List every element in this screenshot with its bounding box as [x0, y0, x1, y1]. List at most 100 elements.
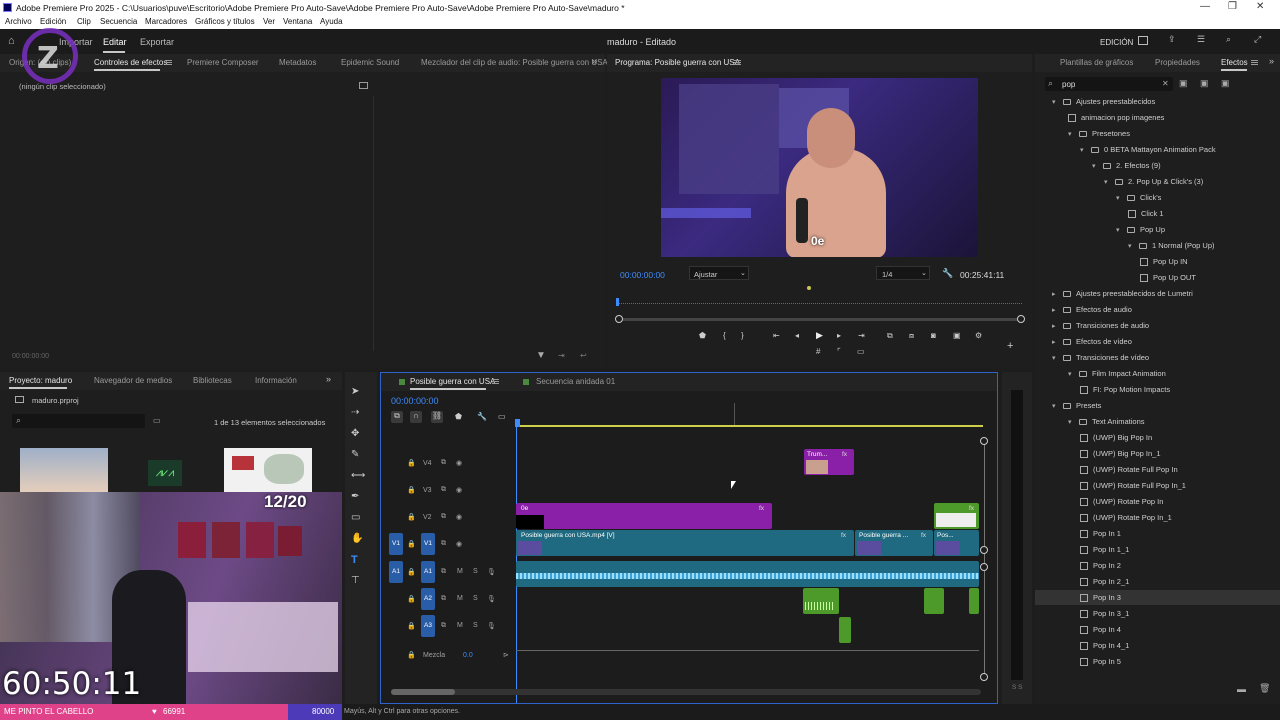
- tab-efectos[interactable]: Efectos: [1221, 58, 1248, 67]
- mark-in-icon[interactable]: {: [723, 331, 726, 340]
- linked-selection-icon[interactable]: ⛓: [431, 411, 443, 423]
- effects-folder[interactable]: ▾ Presets: [1035, 398, 1280, 413]
- track-v1-label[interactable]: V1: [421, 533, 435, 555]
- effects-preset[interactable]: Pop Up OUT: [1035, 270, 1280, 285]
- lock-icon[interactable]: 🔒: [407, 622, 416, 630]
- tab-plantillas-graficos[interactable]: Plantillas de gráficos: [1060, 58, 1133, 67]
- add-marker-icon[interactable]: ⬟: [699, 331, 706, 340]
- workspace-label[interactable]: EDICIÓN: [1100, 38, 1133, 47]
- mic-icon[interactable]: 🎙: [487, 622, 496, 630]
- tab-premiere-composer[interactable]: Premiere Composer: [187, 58, 259, 67]
- search-input[interactable]: pop: [1062, 80, 1075, 89]
- return-icon[interactable]: ↩: [580, 351, 587, 360]
- go-to-out-icon[interactable]: ⇥: [858, 331, 865, 340]
- settings-icon[interactable]: ⚙: [975, 331, 982, 340]
- effects-folder[interactable]: ▾ Film Impact Animation: [1035, 366, 1280, 381]
- chevron-right-icon[interactable]: ▸: [1052, 290, 1058, 298]
- thumbnail-map[interactable]: [224, 448, 312, 494]
- minimize-icon[interactable]: —: [1200, 1, 1210, 12]
- menu-ventana[interactable]: Ventana: [283, 17, 312, 26]
- tab-epidemic-sound[interactable]: Epidemic Sound: [341, 58, 399, 67]
- nest-icon[interactable]: ⧉: [391, 411, 403, 423]
- effects-preset[interactable]: (UWP) Big Pop In: [1035, 430, 1280, 445]
- chevron-down-icon[interactable]: ▾: [1068, 370, 1074, 378]
- fit-dropdown[interactable]: Ajustar ⌄: [689, 266, 749, 280]
- mix-value[interactable]: 0.0: [463, 652, 473, 659]
- slip-tool-icon[interactable]: ⟷: [351, 470, 365, 481]
- menu-secuencia[interactable]: Secuencia: [100, 17, 137, 26]
- effects-preset[interactable]: Pop In 1_1: [1035, 542, 1280, 557]
- effects-preset[interactable]: animacion pop imagenes: [1035, 110, 1280, 125]
- tab-sequence-main[interactable]: Posible guerra con USA: [410, 377, 495, 386]
- menu-archivo[interactable]: Archivo: [5, 17, 32, 26]
- mic-icon[interactable]: 🎙: [487, 595, 496, 603]
- lock-icon[interactable]: 🔒: [407, 568, 416, 576]
- lock-icon[interactable]: 🔒: [407, 486, 416, 494]
- effects-preset[interactable]: (UWP) Rotate Pop In_1: [1035, 510, 1280, 525]
- timeline-timecode[interactable]: 00:00:00:00: [391, 396, 439, 406]
- mark-out-icon[interactable]: }: [741, 331, 744, 340]
- effects-preset[interactable]: Pop Up IN: [1035, 254, 1280, 269]
- yuv-effects-icon[interactable]: ▣: [1221, 78, 1230, 89]
- effects-folder[interactable]: ▾ Pop Up: [1035, 222, 1280, 237]
- solo-icon[interactable]: S: [473, 595, 478, 602]
- compare-icon[interactable]: ▣: [953, 331, 961, 340]
- step-back-icon[interactable]: ◂: [795, 331, 799, 340]
- chevron-down-icon[interactable]: ▾: [1092, 162, 1098, 170]
- effects-folder[interactable]: ▾ Ajustes preestablecidos: [1035, 94, 1280, 109]
- play-icon[interactable]: ▶: [816, 330, 823, 341]
- effects-folder[interactable]: ▾ Transiciones de vídeo: [1035, 350, 1280, 365]
- zoom-handle-right[interactable]: [1017, 315, 1025, 323]
- effects-preset[interactable]: Pop In 4_1: [1035, 638, 1280, 653]
- tab-metadatos[interactable]: Metadatos: [279, 58, 316, 67]
- effects-folder[interactable]: ▸ Transiciones de audio: [1035, 318, 1280, 333]
- track-a2-label[interactable]: A2: [421, 588, 435, 610]
- program-timecode[interactable]: 00:00:00:00: [620, 270, 665, 280]
- more-tabs-icon[interactable]: »: [326, 374, 331, 384]
- effects-folder[interactable]: ▾ Text Animations: [1035, 414, 1280, 429]
- project-search-field[interactable]: ⌕: [12, 414, 145, 428]
- export-frame-icon[interactable]: ◙: [931, 331, 936, 340]
- effects-preset[interactable]: Pop In 4: [1035, 622, 1280, 637]
- effects-folder[interactable]: ▾ 0 BETA Mattayon Animation Pack: [1035, 142, 1280, 157]
- mix-end-icon[interactable]: ⊳: [503, 651, 509, 659]
- clip-a2-sfx-3[interactable]: [969, 588, 979, 614]
- captions-icon[interactable]: ▭: [498, 412, 506, 421]
- sync-lock-icon[interactable]: ⧉: [441, 540, 446, 548]
- vr-icon[interactable]: ▭: [857, 347, 865, 356]
- track-a3-label[interactable]: A3: [421, 615, 435, 637]
- work-area-bar[interactable]: [516, 425, 983, 427]
- lock-icon[interactable]: 🔒: [407, 513, 416, 521]
- sync-lock-icon[interactable]: ⧉: [441, 486, 446, 494]
- effects-preset[interactable]: Click 1: [1035, 206, 1280, 221]
- effects-preset[interactable]: Pop In 3_1: [1035, 606, 1280, 621]
- solo-icon[interactable]: S S: [1012, 684, 1022, 691]
- lock-icon[interactable]: 🔒: [407, 651, 416, 659]
- panel-menu-icon[interactable]: [734, 60, 741, 65]
- chevron-down-icon[interactable]: ▾: [1080, 146, 1086, 154]
- effects-preset[interactable]: Pop In 2: [1035, 558, 1280, 573]
- sync-lock-icon[interactable]: ⧉: [441, 459, 446, 467]
- source-patch-a1[interactable]: A1: [389, 561, 403, 583]
- sync-lock-icon[interactable]: ⧉: [441, 595, 446, 603]
- panel-menu-icon[interactable]: [1251, 60, 1258, 65]
- more-tabs-icon[interactable]: »: [592, 56, 597, 66]
- effects-folder[interactable]: ▾ Click's: [1035, 190, 1280, 205]
- tab-editar[interactable]: Editar: [103, 37, 127, 47]
- audio-waveform-icon[interactable]: ⩘⩗⩘: [148, 460, 182, 486]
- source-patch-v1[interactable]: V1: [389, 533, 403, 555]
- scroll-handle[interactable]: [980, 546, 988, 554]
- clip-a1-audio[interactable]: [516, 561, 979, 587]
- vertical-scrollbar[interactable]: [984, 441, 985, 681]
- ripple-edit-tool-icon[interactable]: ✥: [351, 428, 359, 439]
- scroll-handle[interactable]: [980, 563, 988, 571]
- menu-ver[interactable]: Ver: [263, 17, 275, 26]
- effects-folder[interactable]: ▸ Efectos de vídeo: [1035, 334, 1280, 349]
- scroll-handle[interactable]: [980, 673, 988, 681]
- search-icon[interactable]: ⌕: [1226, 34, 1231, 45]
- menu-edicion[interactable]: Edición: [40, 17, 66, 26]
- panel-menu-icon[interactable]: [165, 60, 172, 65]
- solo-icon[interactable]: S: [473, 622, 478, 629]
- menu-ayuda[interactable]: Ayuda: [320, 17, 343, 26]
- share-icon[interactable]: ⇪: [1168, 34, 1176, 45]
